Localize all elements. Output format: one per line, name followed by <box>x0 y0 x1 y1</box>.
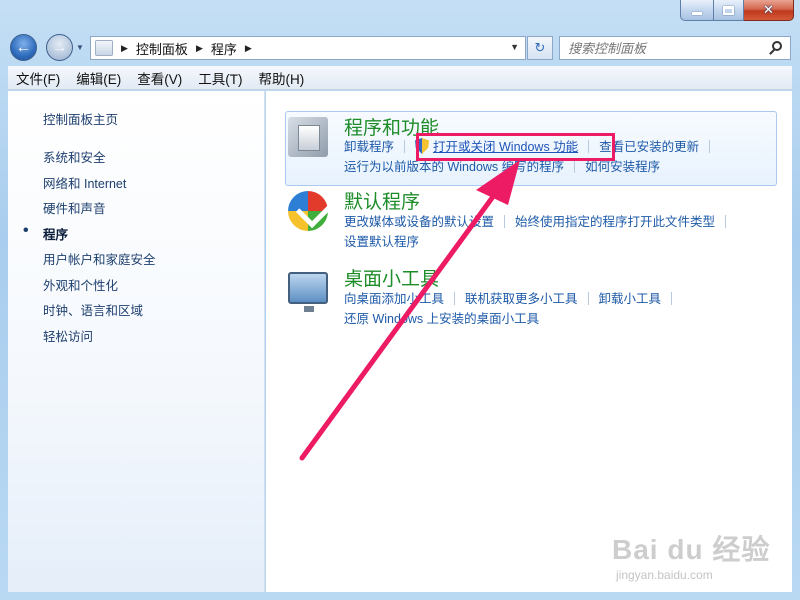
link-how-to-install[interactable]: 如何安装程序 <box>585 160 660 174</box>
forward-button[interactable]: → <box>46 34 73 61</box>
link-set-default-programs[interactable]: 设置默认程序 <box>344 235 419 249</box>
search-input[interactable] <box>568 40 768 56</box>
sidebar-list: 系统和安全 网络和 Internet 硬件和声音 程序 用户帐户和家庭安全 外观… <box>23 147 156 352</box>
link-separator <box>588 140 590 153</box>
category-desktop-gadgets: 桌面小工具 向桌面添加小工具 联机获取更多小工具 卸载小工具 还原 Windows … <box>266 262 792 332</box>
link-separator <box>725 215 727 228</box>
minimize-button[interactable] <box>680 0 714 21</box>
back-button[interactable]: ← <box>10 34 37 61</box>
close-button[interactable]: ✕ <box>744 0 794 21</box>
address-bar[interactable]: ▶ 控制面板 ▶ 程序 ▶ ▼ <box>90 36 526 60</box>
breadcrumb-control-panel[interactable]: 控制面板 <box>136 39 188 58</box>
link-separator <box>404 140 406 153</box>
uac-shield-icon <box>415 138 430 154</box>
title-bar: ✕ <box>0 0 800 30</box>
menu-view[interactable]: 查看(V) <box>129 68 190 88</box>
watermark-url: jingyan.baidu.com <box>616 568 713 582</box>
sidebar-item-ease-of-access[interactable]: 轻松访问 <box>43 326 156 352</box>
navigation-bar: ← → ▼ ▶ 控制面板 ▶ 程序 ▶ ▼ ↻ <box>0 31 800 63</box>
category-programs-features: 程序和功能 卸载程序 打开或关闭 Windows 功能 查看已安装的更新 运行为以前… <box>266 91 792 191</box>
gadgets-links-row1: 向桌面添加小工具 联机获取更多小工具 卸载小工具 <box>344 289 682 309</box>
link-separator <box>709 140 711 153</box>
breadcrumb-separator-icon[interactable]: ▶ <box>245 43 252 54</box>
main-content: 程序和功能 卸载程序 打开或关闭 Windows 功能 查看已安装的更新 运行为以前… <box>266 91 792 592</box>
refresh-button[interactable]: ↻ <box>527 36 553 60</box>
breadcrumb-separator-icon[interactable]: ▶ <box>196 43 203 54</box>
menu-edit[interactable]: 编辑(E) <box>68 68 129 88</box>
category-title-desktop-gadgets[interactable]: 桌面小工具 <box>344 264 439 291</box>
link-uninstall-program[interactable]: 卸载程序 <box>344 140 394 154</box>
gadgets-links-row2: 还原 Windows 上安装的桌面小工具 <box>344 309 539 329</box>
desktop-gadgets-icon <box>288 272 328 312</box>
refresh-icon: ↻ <box>534 40 546 55</box>
link-windows-features-label: 打开或关闭 Windows 功能 <box>433 140 579 154</box>
sidebar-item-appearance[interactable]: 外观和个性化 <box>43 275 156 301</box>
default-programs-icon <box>288 191 328 231</box>
link-separator <box>574 160 576 173</box>
breadcrumb-separator-icon[interactable]: ▶ <box>121 43 128 54</box>
maximize-icon <box>723 5 734 15</box>
category-title-programs[interactable]: 程序和功能 <box>344 113 439 140</box>
breadcrumb-programs[interactable]: 程序 <box>211 39 237 58</box>
link-change-media-defaults[interactable]: 更改媒体或设备的默认设置 <box>344 215 494 229</box>
link-separator <box>454 292 456 305</box>
link-get-more-gadgets[interactable]: 联机获取更多小工具 <box>465 292 578 306</box>
search-box[interactable] <box>559 36 791 60</box>
programs-links-row1: 卸载程序 打开或关闭 Windows 功能 查看已安装的更新 <box>344 137 720 157</box>
link-windows-features[interactable]: 打开或关闭 Windows 功能 <box>415 138 579 154</box>
sidebar-home-link[interactable]: 控制面板主页 <box>43 109 118 128</box>
search-icon[interactable] <box>772 41 782 51</box>
menu-tools[interactable]: 工具(T) <box>190 68 250 88</box>
link-view-installed-updates[interactable]: 查看已安装的更新 <box>599 140 699 154</box>
link-separator <box>587 292 589 305</box>
link-restore-gadgets[interactable]: 还原 Windows 上安装的桌面小工具 <box>344 312 539 326</box>
window-controls: ✕ <box>680 0 794 22</box>
default-links-row2: 设置默认程序 <box>344 232 419 252</box>
watermark-logo: Bai du 经验 <box>612 534 771 565</box>
sidebar: 控制面板主页 系统和安全 网络和 Internet 硬件和声音 程序 用户帐户和… <box>8 91 265 592</box>
menu-help[interactable]: 帮助(H) <box>251 68 313 88</box>
programs-links-row2: 运行为以前版本的 Windows 编写的程序 如何安装程序 <box>344 157 660 177</box>
link-separator <box>671 292 673 305</box>
sidebar-item-programs: 程序 <box>23 222 156 250</box>
back-arrow-icon: ← <box>15 38 32 56</box>
menu-bar: 文件(F) 编辑(E) 查看(V) 工具(T) 帮助(H) <box>8 66 792 90</box>
link-run-older-programs[interactable]: 运行为以前版本的 Windows 编写的程序 <box>344 160 564 174</box>
address-dropdown-icon[interactable]: ▼ <box>510 42 519 52</box>
sidebar-item-system-security[interactable]: 系统和安全 <box>43 147 156 173</box>
default-links-row1: 更改媒体或设备的默认设置 始终使用指定的程序打开此文件类型 <box>344 212 736 232</box>
link-always-open-file-type[interactable]: 始终使用指定的程序打开此文件类型 <box>515 215 715 229</box>
link-uninstall-gadget[interactable]: 卸载小工具 <box>599 292 662 306</box>
category-title-default-programs[interactable]: 默认程序 <box>344 187 420 214</box>
programs-icon <box>288 117 328 157</box>
category-default-programs: 默认程序 更改媒体或设备的默认设置 始终使用指定的程序打开此文件类型 设置默认程序 <box>266 187 792 253</box>
sidebar-item-user-accounts[interactable]: 用户帐户和家庭安全 <box>43 249 156 275</box>
sidebar-item-network[interactable]: 网络和 Internet <box>43 173 156 199</box>
recent-pages-dropdown[interactable]: ▼ <box>76 43 84 52</box>
sidebar-item-hardware-sound[interactable]: 硬件和声音 <box>43 198 156 224</box>
watermark: Bai du 经验 jingyan.baidu.com <box>612 528 770 582</box>
link-separator <box>504 215 506 228</box>
minimize-icon <box>692 11 702 15</box>
menu-file[interactable]: 文件(F) <box>8 68 68 88</box>
forward-arrow-icon: → <box>51 38 68 56</box>
maximize-button[interactable] <box>714 0 744 21</box>
link-add-gadgets[interactable]: 向桌面添加小工具 <box>344 292 444 306</box>
close-icon: ✕ <box>763 2 774 17</box>
control-panel-icon <box>95 40 113 56</box>
sidebar-item-clock-language[interactable]: 时钟、语言和区域 <box>43 300 156 326</box>
